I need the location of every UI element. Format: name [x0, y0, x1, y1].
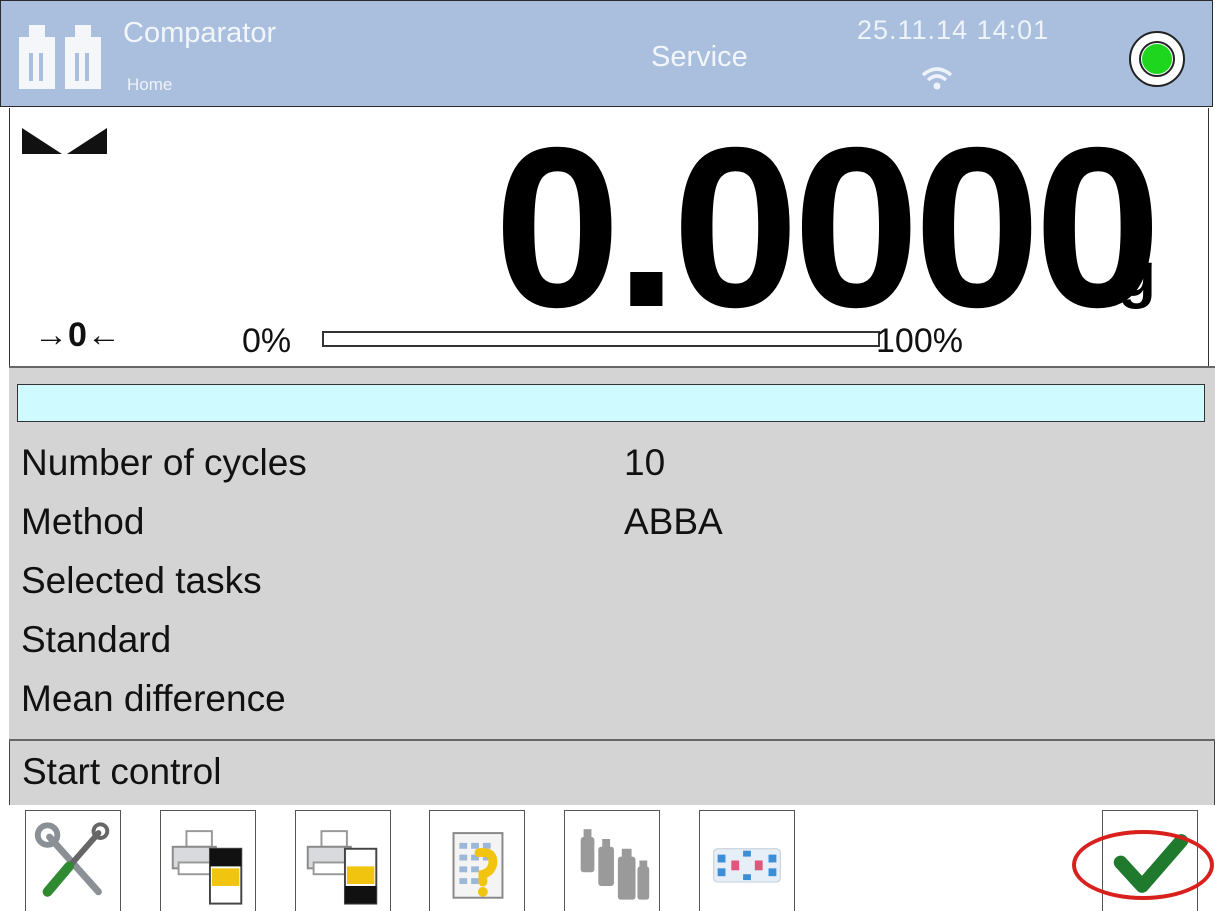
- zero-indicator: →0←: [34, 316, 121, 354]
- bargraph-min-label: 0%: [242, 322, 292, 360]
- mode-title[interactable]: Comparator: [123, 17, 276, 50]
- cycle-matrix-icon: [713, 848, 781, 883]
- task-select-icon: [452, 832, 504, 899]
- info-status-bar: [17, 384, 1205, 422]
- bargraph-max-label: 100%: [876, 322, 963, 360]
- confirm-highlight-circle: [1072, 830, 1214, 900]
- profile-name[interactable]: Service: [651, 41, 748, 74]
- print-footer-button[interactable]: [295, 810, 391, 911]
- start-control-label: Start control: [22, 751, 222, 792]
- cycles-button[interactable]: [699, 810, 795, 911]
- print-header-button[interactable]: [160, 810, 256, 911]
- weights-icon: [580, 829, 650, 900]
- comparator-weights-icon[interactable]: [17, 23, 107, 93]
- settings-button[interactable]: [25, 810, 121, 911]
- info-label-method: Method: [21, 501, 145, 542]
- weights-button[interactable]: [564, 810, 660, 911]
- settings-tools-icon: [34, 822, 110, 897]
- status-led-icon: [1142, 44, 1172, 74]
- load-bargraph: [322, 331, 880, 347]
- info-label-mean-difference: Mean difference: [21, 678, 286, 719]
- select-task-button[interactable]: [429, 810, 525, 911]
- info-label-standard: Standard: [21, 619, 172, 660]
- weight-value: 0.0000: [494, 101, 1161, 355]
- wifi-icon: [921, 67, 953, 90]
- info-panel: Number of cycles 10 Method ABBA Selected…: [9, 366, 1215, 741]
- printer-header-icon: [171, 830, 243, 905]
- info-label-selected-tasks: Selected tasks: [21, 560, 262, 601]
- stability-marker-icon: [22, 128, 107, 154]
- weight-unit[interactable]: g: [1118, 240, 1156, 311]
- info-value-number-of-cycles: 10: [624, 442, 666, 483]
- date-time: 25.11.14 14:01: [857, 15, 1050, 45]
- weighing-display: →0← 0.0000 g 0% 100%: [9, 108, 1209, 366]
- status-button[interactable]: [1129, 31, 1185, 87]
- info-value-method: ABBA: [624, 501, 723, 542]
- printer-footer-icon: [306, 830, 378, 905]
- start-control-bar[interactable]: Start control: [9, 741, 1215, 805]
- info-label-number-of-cycles: Number of cycles: [21, 442, 307, 483]
- top-bar: Comparator Home Service 25.11.14 14:01: [0, 0, 1213, 107]
- bottom-toolbar: [9, 805, 1215, 911]
- user-name[interactable]: Home: [127, 75, 172, 95]
